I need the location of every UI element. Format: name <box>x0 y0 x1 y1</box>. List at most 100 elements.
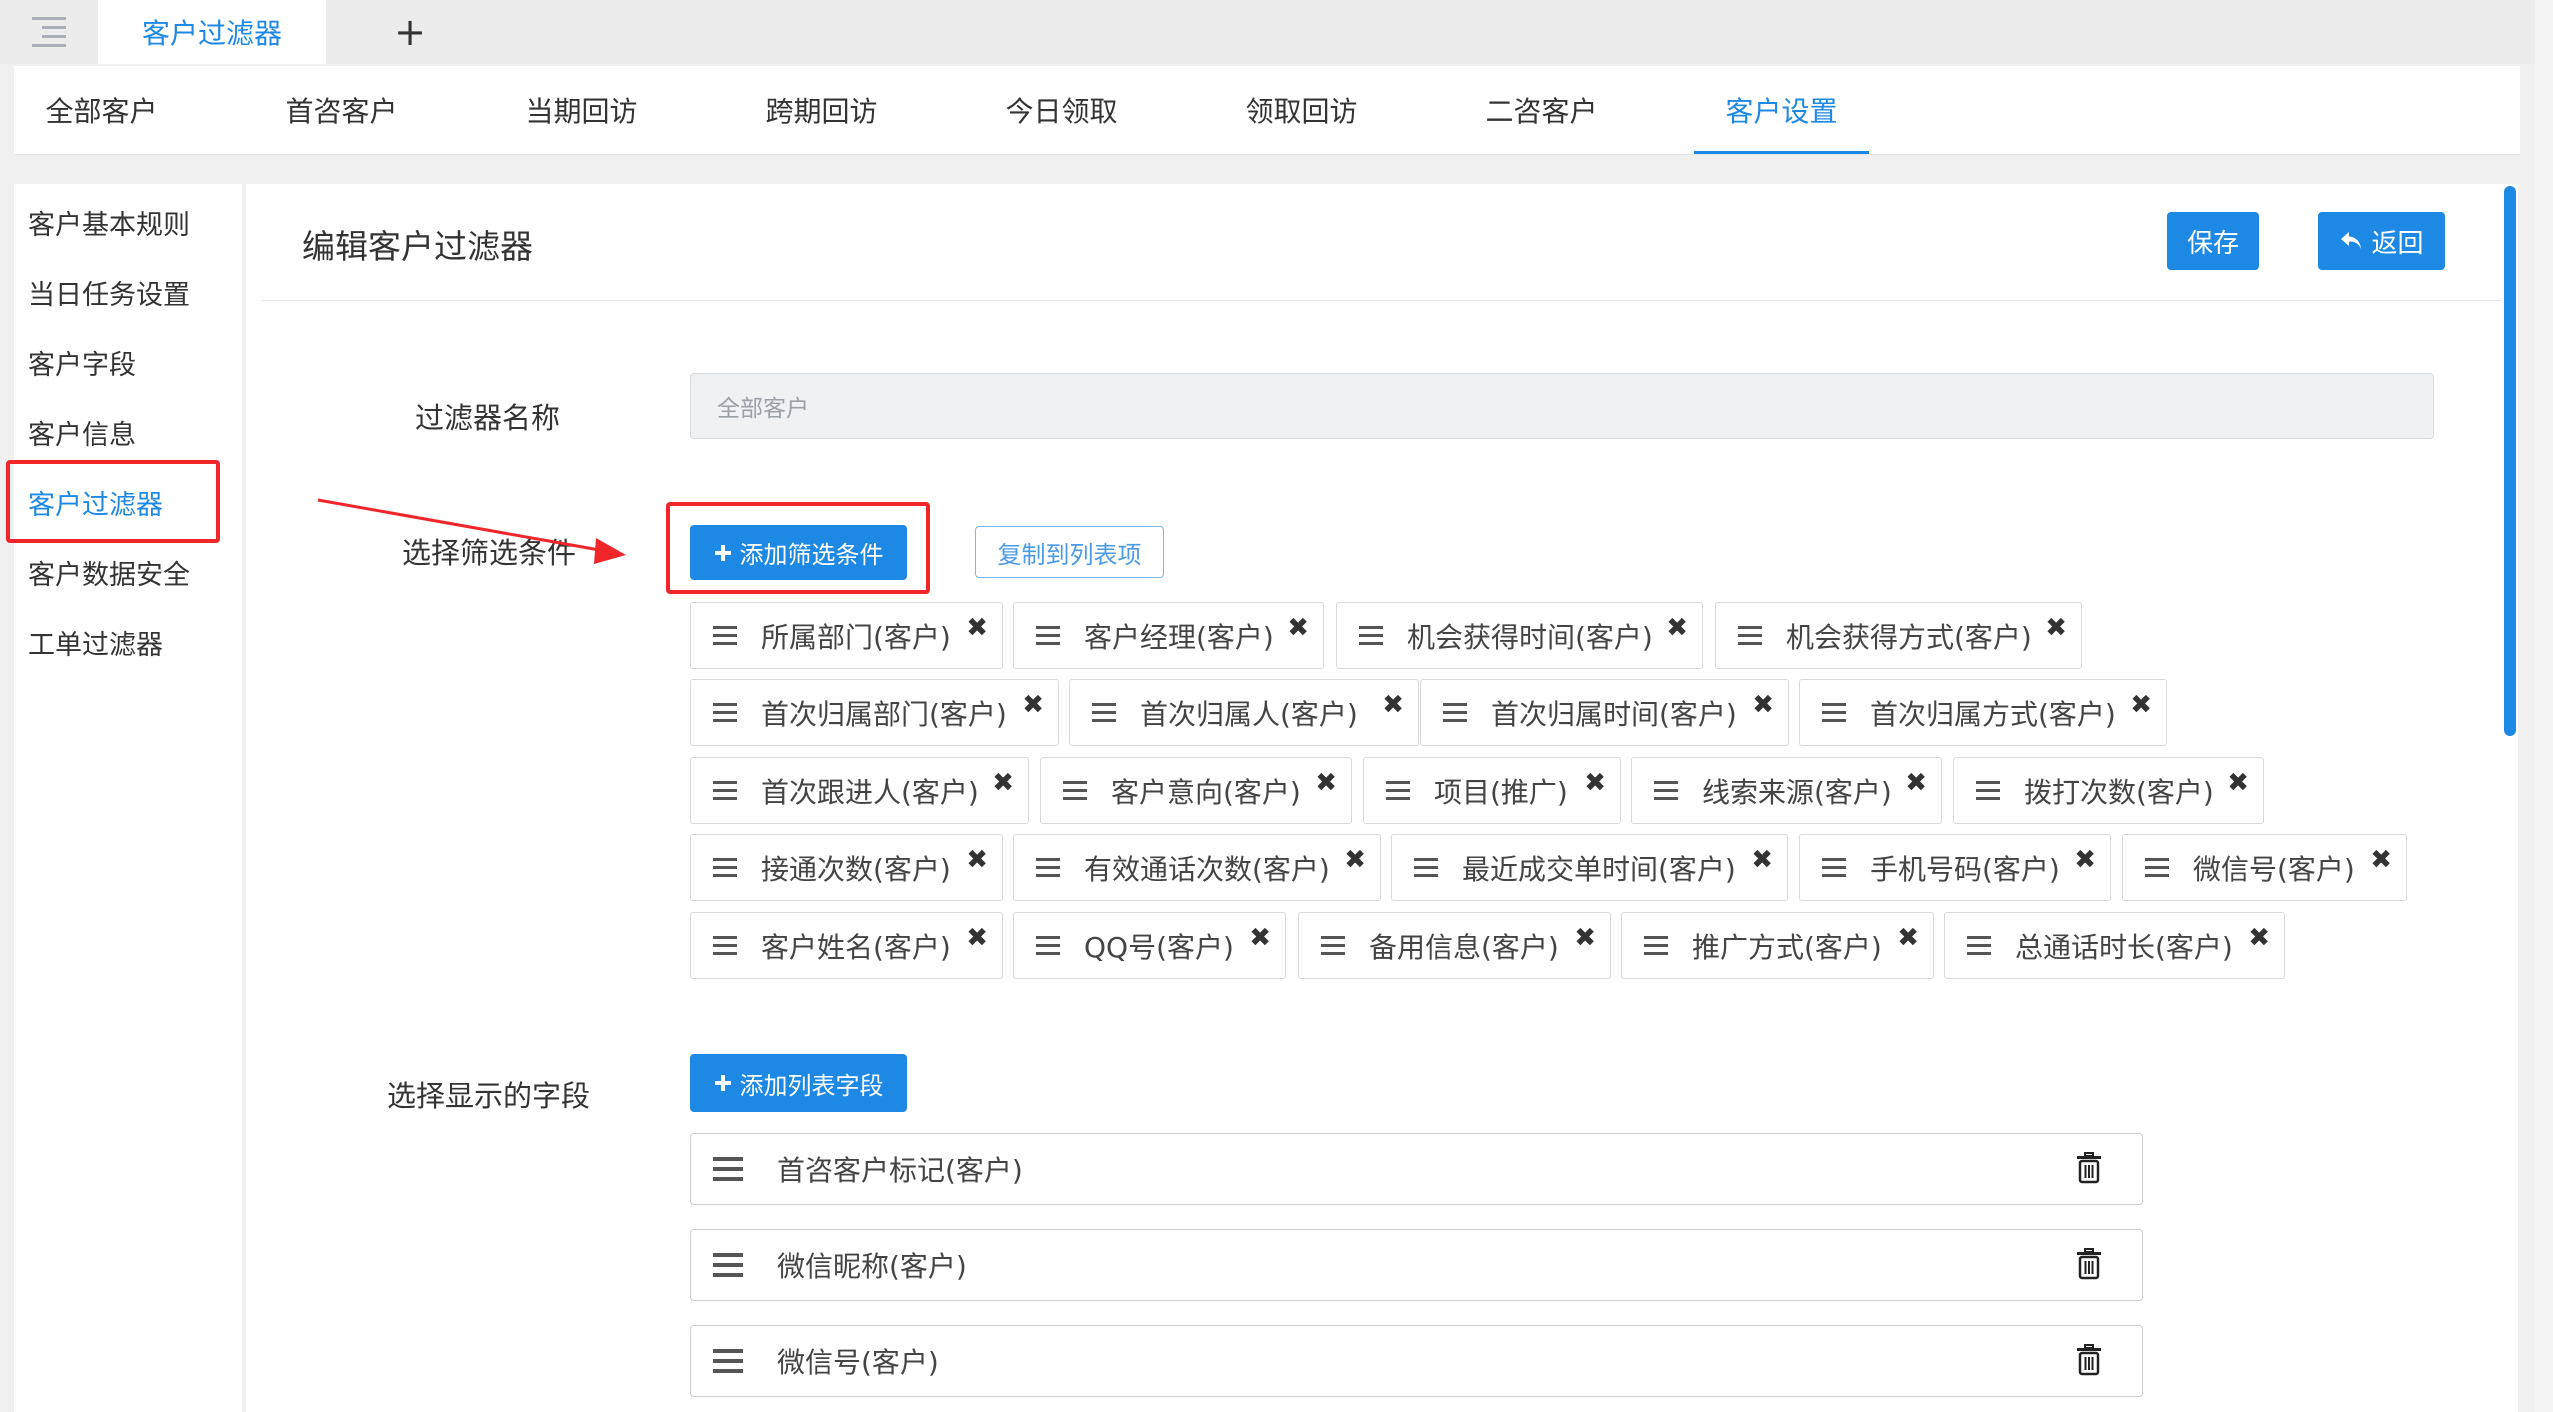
sidebar-item-customer-fields[interactable]: 客户字段 <box>28 343 136 382</box>
condition-tag[interactable]: 所属部门(客户) ✖ <box>690 602 1003 669</box>
sidebar-item-ticket-filter[interactable]: 工单过滤器 <box>28 623 163 662</box>
back-button[interactable]: 返回 <box>2318 212 2445 270</box>
remove-icon[interactable]: ✖ <box>1249 923 1271 953</box>
display-field-row[interactable]: 微信号(客户) <box>690 1325 2143 1397</box>
condition-tag[interactable]: 总通话时长(客户) ✖ <box>1944 912 2285 979</box>
condition-tag[interactable]: 客户姓名(客户) ✖ <box>690 912 1003 979</box>
condition-tag[interactable]: 有效通话次数(客户) ✖ <box>1013 834 1381 901</box>
remove-icon[interactable]: ✖ <box>1752 690 1774 720</box>
drag-handle-icon[interactable] <box>1359 626 1383 645</box>
drag-handle-icon[interactable] <box>713 626 737 645</box>
condition-tag[interactable]: 机会获得方式(客户) ✖ <box>1715 602 2082 669</box>
drag-handle-icon[interactable] <box>1036 626 1060 645</box>
sidebar-item-basic-rules[interactable]: 客户基本规则 <box>28 203 190 242</box>
remove-icon[interactable]: ✖ <box>1897 923 1919 953</box>
condition-tag[interactable]: 首次跟进人(客户) ✖ <box>690 757 1029 824</box>
sidebar-item-data-security[interactable]: 客户数据安全 <box>28 553 190 592</box>
filter-name-input[interactable] <box>690 373 2434 439</box>
drag-handle-icon[interactable] <box>713 936 737 955</box>
subtab-second-consult[interactable]: 二咨客户 <box>1454 66 1629 154</box>
drag-handle-icon[interactable] <box>1976 781 2000 800</box>
drag-handle-icon[interactable] <box>1822 858 1846 877</box>
condition-tag[interactable]: 接通次数(客户) ✖ <box>690 834 1003 901</box>
remove-icon[interactable]: ✖ <box>2130 690 2152 720</box>
condition-tag[interactable]: 首次归属人(客户) ✖ <box>1069 679 1419 746</box>
drag-handle-icon[interactable] <box>1036 858 1060 877</box>
drag-handle-icon[interactable] <box>1738 626 1762 645</box>
subtab-all-customers[interactable]: 全部客户 <box>14 66 189 154</box>
sidebar-item-daily-task[interactable]: 当日任务设置 <box>28 273 190 312</box>
drag-handle-icon[interactable] <box>713 703 737 722</box>
condition-tag[interactable]: 线索来源(客户) ✖ <box>1631 757 1942 824</box>
drag-handle-icon[interactable] <box>1443 703 1467 722</box>
drag-handle-icon[interactable] <box>1414 858 1438 877</box>
drag-handle-icon[interactable] <box>713 858 737 877</box>
remove-icon[interactable]: ✖ <box>1287 613 1309 643</box>
remove-icon[interactable]: ✖ <box>1022 690 1044 720</box>
condition-tag[interactable]: 机会获得时间(客户) ✖ <box>1336 602 1703 669</box>
condition-tag[interactable]: 最近成交单时间(客户) ✖ <box>1391 834 1788 901</box>
condition-tag[interactable]: 首次归属方式(客户) ✖ <box>1799 679 2167 746</box>
drag-handle-icon[interactable] <box>1967 936 1991 955</box>
condition-tag[interactable]: 客户经理(客户) ✖ <box>1013 602 1324 669</box>
add-tab-button[interactable]: + <box>370 0 450 64</box>
remove-icon[interactable]: ✖ <box>2370 845 2392 875</box>
remove-icon[interactable]: ✖ <box>966 613 988 643</box>
tab-customer-filter[interactable]: 客户过滤器 <box>98 0 326 64</box>
trash-icon[interactable] <box>2076 1344 2102 1376</box>
remove-icon[interactable]: ✖ <box>1584 768 1606 798</box>
drag-handle-icon[interactable] <box>1654 781 1678 800</box>
remove-icon[interactable]: ✖ <box>2045 613 2067 643</box>
drag-handle-icon[interactable] <box>1321 936 1345 955</box>
drag-handle-icon[interactable] <box>1063 781 1087 800</box>
remove-icon[interactable]: ✖ <box>966 923 988 953</box>
remove-icon[interactable]: ✖ <box>992 768 1014 798</box>
display-field-row[interactable]: 首咨客户标记(客户) <box>690 1133 2143 1205</box>
remove-icon[interactable]: ✖ <box>1344 845 1366 875</box>
display-field-row[interactable]: 微信昵称(客户) <box>690 1229 2143 1301</box>
condition-tag[interactable]: 推广方式(客户) ✖ <box>1621 912 1934 979</box>
menu-toggle-icon[interactable] <box>0 0 98 64</box>
remove-icon[interactable]: ✖ <box>1574 923 1596 953</box>
remove-icon[interactable]: ✖ <box>1315 768 1337 798</box>
condition-tag[interactable]: QQ号(客户) ✖ <box>1013 912 1286 979</box>
drag-handle-icon[interactable] <box>1644 936 1668 955</box>
remove-icon[interactable]: ✖ <box>1382 690 1404 720</box>
add-field-button[interactable]: 添加列表字段 <box>690 1054 907 1112</box>
trash-icon[interactable] <box>2076 1152 2102 1184</box>
drag-handle-icon[interactable] <box>1036 936 1060 955</box>
remove-icon[interactable]: ✖ <box>1905 768 1927 798</box>
remove-icon[interactable]: ✖ <box>2074 845 2096 875</box>
condition-tag[interactable]: 拨打次数(客户) ✖ <box>1953 757 2264 824</box>
scrollbar-track[interactable] <box>2535 0 2553 1412</box>
condition-tag[interactable]: 首次归属部门(客户) ✖ <box>690 679 1059 746</box>
scrollbar-thumb[interactable] <box>2504 186 2516 736</box>
remove-icon[interactable]: ✖ <box>1751 845 1773 875</box>
drag-handle-icon[interactable] <box>1092 703 1116 722</box>
sidebar-item-customer-info[interactable]: 客户信息 <box>28 413 136 452</box>
save-button[interactable]: 保存 <box>2167 212 2259 270</box>
subtab-customer-settings[interactable]: 客户设置 <box>1694 66 1869 154</box>
remove-icon[interactable]: ✖ <box>2227 768 2249 798</box>
subtab-claim-followup[interactable]: 领取回访 <box>1214 66 1389 154</box>
subtab-current-followup[interactable]: 当期回访 <box>494 66 669 154</box>
subtab-today-claim[interactable]: 今日领取 <box>974 66 1149 154</box>
drag-handle-icon[interactable] <box>2145 858 2169 877</box>
drag-handle-icon[interactable] <box>713 781 737 800</box>
copy-to-list-button[interactable]: 复制到列表项 <box>975 526 1164 578</box>
condition-tag[interactable]: 备用信息(客户) ✖ <box>1298 912 1611 979</box>
condition-tag[interactable]: 微信号(客户) ✖ <box>2122 834 2407 901</box>
subtab-cross-followup[interactable]: 跨期回访 <box>734 66 909 154</box>
condition-tag[interactable]: 手机号码(客户) ✖ <box>1799 834 2111 901</box>
condition-tag[interactable]: 首次归属时间(客户) ✖ <box>1420 679 1789 746</box>
remove-icon[interactable]: ✖ <box>966 845 988 875</box>
drag-handle-icon[interactable] <box>713 1157 743 1181</box>
condition-tag[interactable]: 客户意向(客户) ✖ <box>1040 757 1352 824</box>
drag-handle-icon[interactable] <box>1822 703 1846 722</box>
remove-icon[interactable]: ✖ <box>1666 613 1688 643</box>
drag-handle-icon[interactable] <box>713 1349 743 1373</box>
drag-handle-icon[interactable] <box>1386 781 1410 800</box>
remove-icon[interactable]: ✖ <box>2248 923 2270 953</box>
drag-handle-icon[interactable] <box>713 1253 743 1277</box>
condition-tag[interactable]: 项目(推广) ✖ <box>1363 757 1621 824</box>
